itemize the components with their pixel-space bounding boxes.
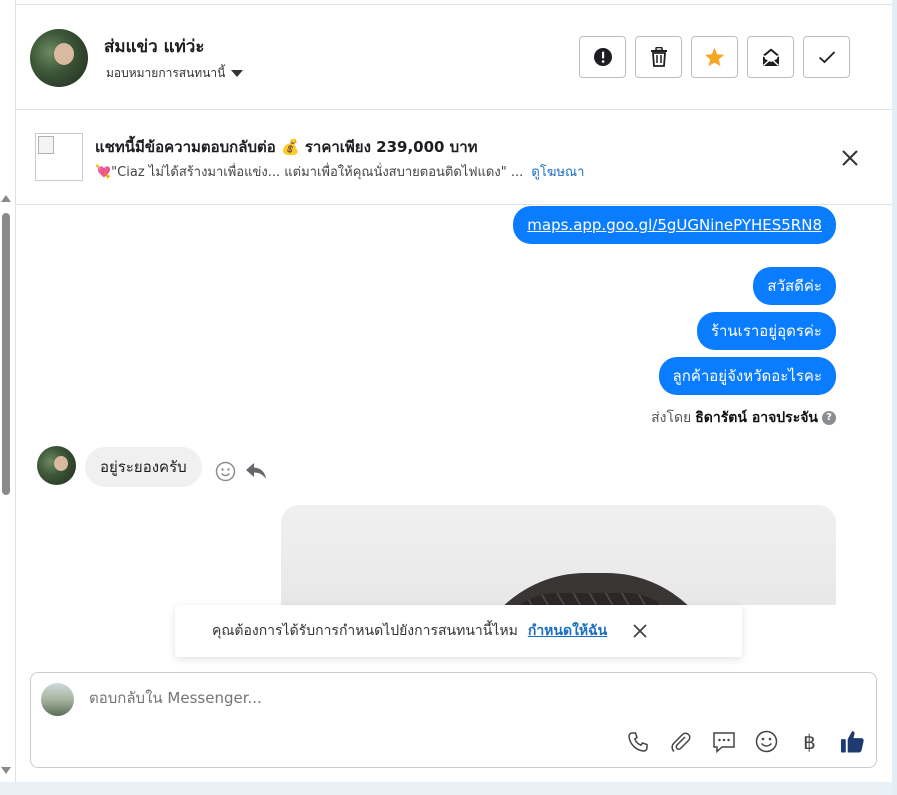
alert-icon: [593, 48, 612, 66]
saved-reply-icon: [712, 731, 735, 753]
assign-label: มอบหมายการสนทนานี้: [106, 66, 226, 80]
window-edge: [892, 0, 897, 795]
reply-icon: [246, 463, 266, 479]
spam-button[interactable]: [579, 36, 626, 78]
help-icon[interactable]: ?: [822, 411, 836, 425]
assign-prompt: คุณต้องการได้รับการกำหนดไปยังการสนทนานี้…: [175, 605, 742, 657]
avatar: [41, 683, 74, 716]
scroll-down-icon[interactable]: [1, 767, 11, 774]
message-bubble: ร้านเราอยู่อุดรค่ะ: [696, 312, 836, 350]
ad-thumbnail[interactable]: [35, 133, 83, 181]
message-photo[interactable]: [281, 505, 836, 605]
ad-quote: 💘"Ciaz ไม่ได้สร้างมาเพื่อแข่ง... แต่มาเพ…: [95, 165, 524, 180]
car-image: [466, 573, 726, 605]
dismiss-prompt-button[interactable]: [633, 624, 647, 638]
star-icon: [704, 47, 725, 67]
check-icon: [818, 51, 835, 64]
avatar: [37, 446, 76, 485]
assign-to-me-link[interactable]: กำหนดให้ฉัน: [528, 620, 607, 642]
chevron-down-icon: [231, 70, 244, 77]
done-button[interactable]: [803, 36, 850, 78]
avatar[interactable]: [30, 29, 88, 87]
paperclip-icon: [670, 731, 691, 752]
trash-icon: [650, 47, 667, 67]
call-button[interactable]: [625, 729, 650, 754]
react-button[interactable]: [215, 461, 236, 486]
reply-composer: ฿: [30, 672, 877, 768]
ad-text: 💘"Ciaz ไม่ได้สร้างมาเพื่อแข่ง... แต่มาเพ…: [95, 161, 584, 182]
assign-dropdown[interactable]: มอบหมายการสนทนานี้: [106, 64, 244, 83]
smiley-icon: [215, 461, 236, 482]
delete-button[interactable]: [635, 36, 682, 78]
assign-prompt-text: คุณต้องการได้รับการกำหนดไปยังการสนทนานี้…: [212, 623, 518, 639]
ad-banner: แชทนี้มีข้อความตอบกลับต่อ 💰 ราคาเพียง 23…: [16, 110, 892, 205]
conversation-panel: ส่มแข่ว แท่ว่ะ มอบหมายการสนทนานี้ แชทนี้…: [0, 0, 892, 782]
emoji-icon: [755, 730, 778, 753]
message-bubble: สวัสดีค่ะ: [753, 267, 836, 305]
ad-title: แชทนี้มีข้อความตอบกลับต่อ 💰 ราคาเพียง 23…: [95, 138, 478, 156]
payment-button[interactable]: ฿: [797, 729, 822, 754]
sent-by-label: ส่งโดย ธิดารัตน์ อาจประจัน ?: [651, 407, 836, 429]
message-thread[interactable]: maps.app.goo.gl/5gUGNinePYHES5RN8 สวัสดี…: [16, 205, 876, 605]
star-button[interactable]: [691, 36, 738, 78]
composer-tools: ฿: [625, 729, 865, 754]
incoming-message-bubble: อยู่ระยองครับ: [85, 447, 202, 487]
outer-scrollbar[interactable]: [0, 195, 12, 780]
saved-replies-button[interactable]: [711, 729, 736, 754]
sent-by-prefix: ส่งโดย: [651, 410, 692, 426]
attach-button[interactable]: [668, 729, 693, 754]
mark-unread-button[interactable]: [747, 36, 794, 78]
header-actions: [579, 36, 850, 78]
close-icon: [842, 150, 858, 166]
phone-icon: [627, 731, 648, 752]
view-ad-link[interactable]: ดูโฆษณา: [531, 165, 584, 180]
envelope-icon: [762, 48, 779, 67]
scroll-up-icon[interactable]: [1, 195, 11, 202]
close-icon: [633, 624, 647, 638]
like-button[interactable]: [840, 729, 865, 754]
conversation-header: ส่มแข่ว แท่ว่ะ มอบหมายการสนทนานี้: [16, 4, 892, 110]
baht-icon: ฿: [803, 729, 816, 754]
thumbs-up-icon: [840, 731, 864, 753]
emoji-button[interactable]: [754, 729, 779, 754]
message-link-bubble[interactable]: maps.app.goo.gl/5gUGNinePYHES5RN8: [513, 206, 836, 244]
sender-name: ธิดารัตน์ อาจประจัน: [695, 410, 818, 426]
reply-input[interactable]: [89, 689, 789, 707]
reply-button[interactable]: [245, 461, 267, 485]
close-banner-button[interactable]: [838, 146, 862, 170]
contact-name[interactable]: ส่มแข่ว แท่ว่ะ: [104, 33, 204, 60]
outer-scroll-thumb[interactable]: [2, 213, 10, 495]
message-bubble: ลูกค้าอยู่จังหวัดอะไรคะ: [658, 357, 836, 395]
